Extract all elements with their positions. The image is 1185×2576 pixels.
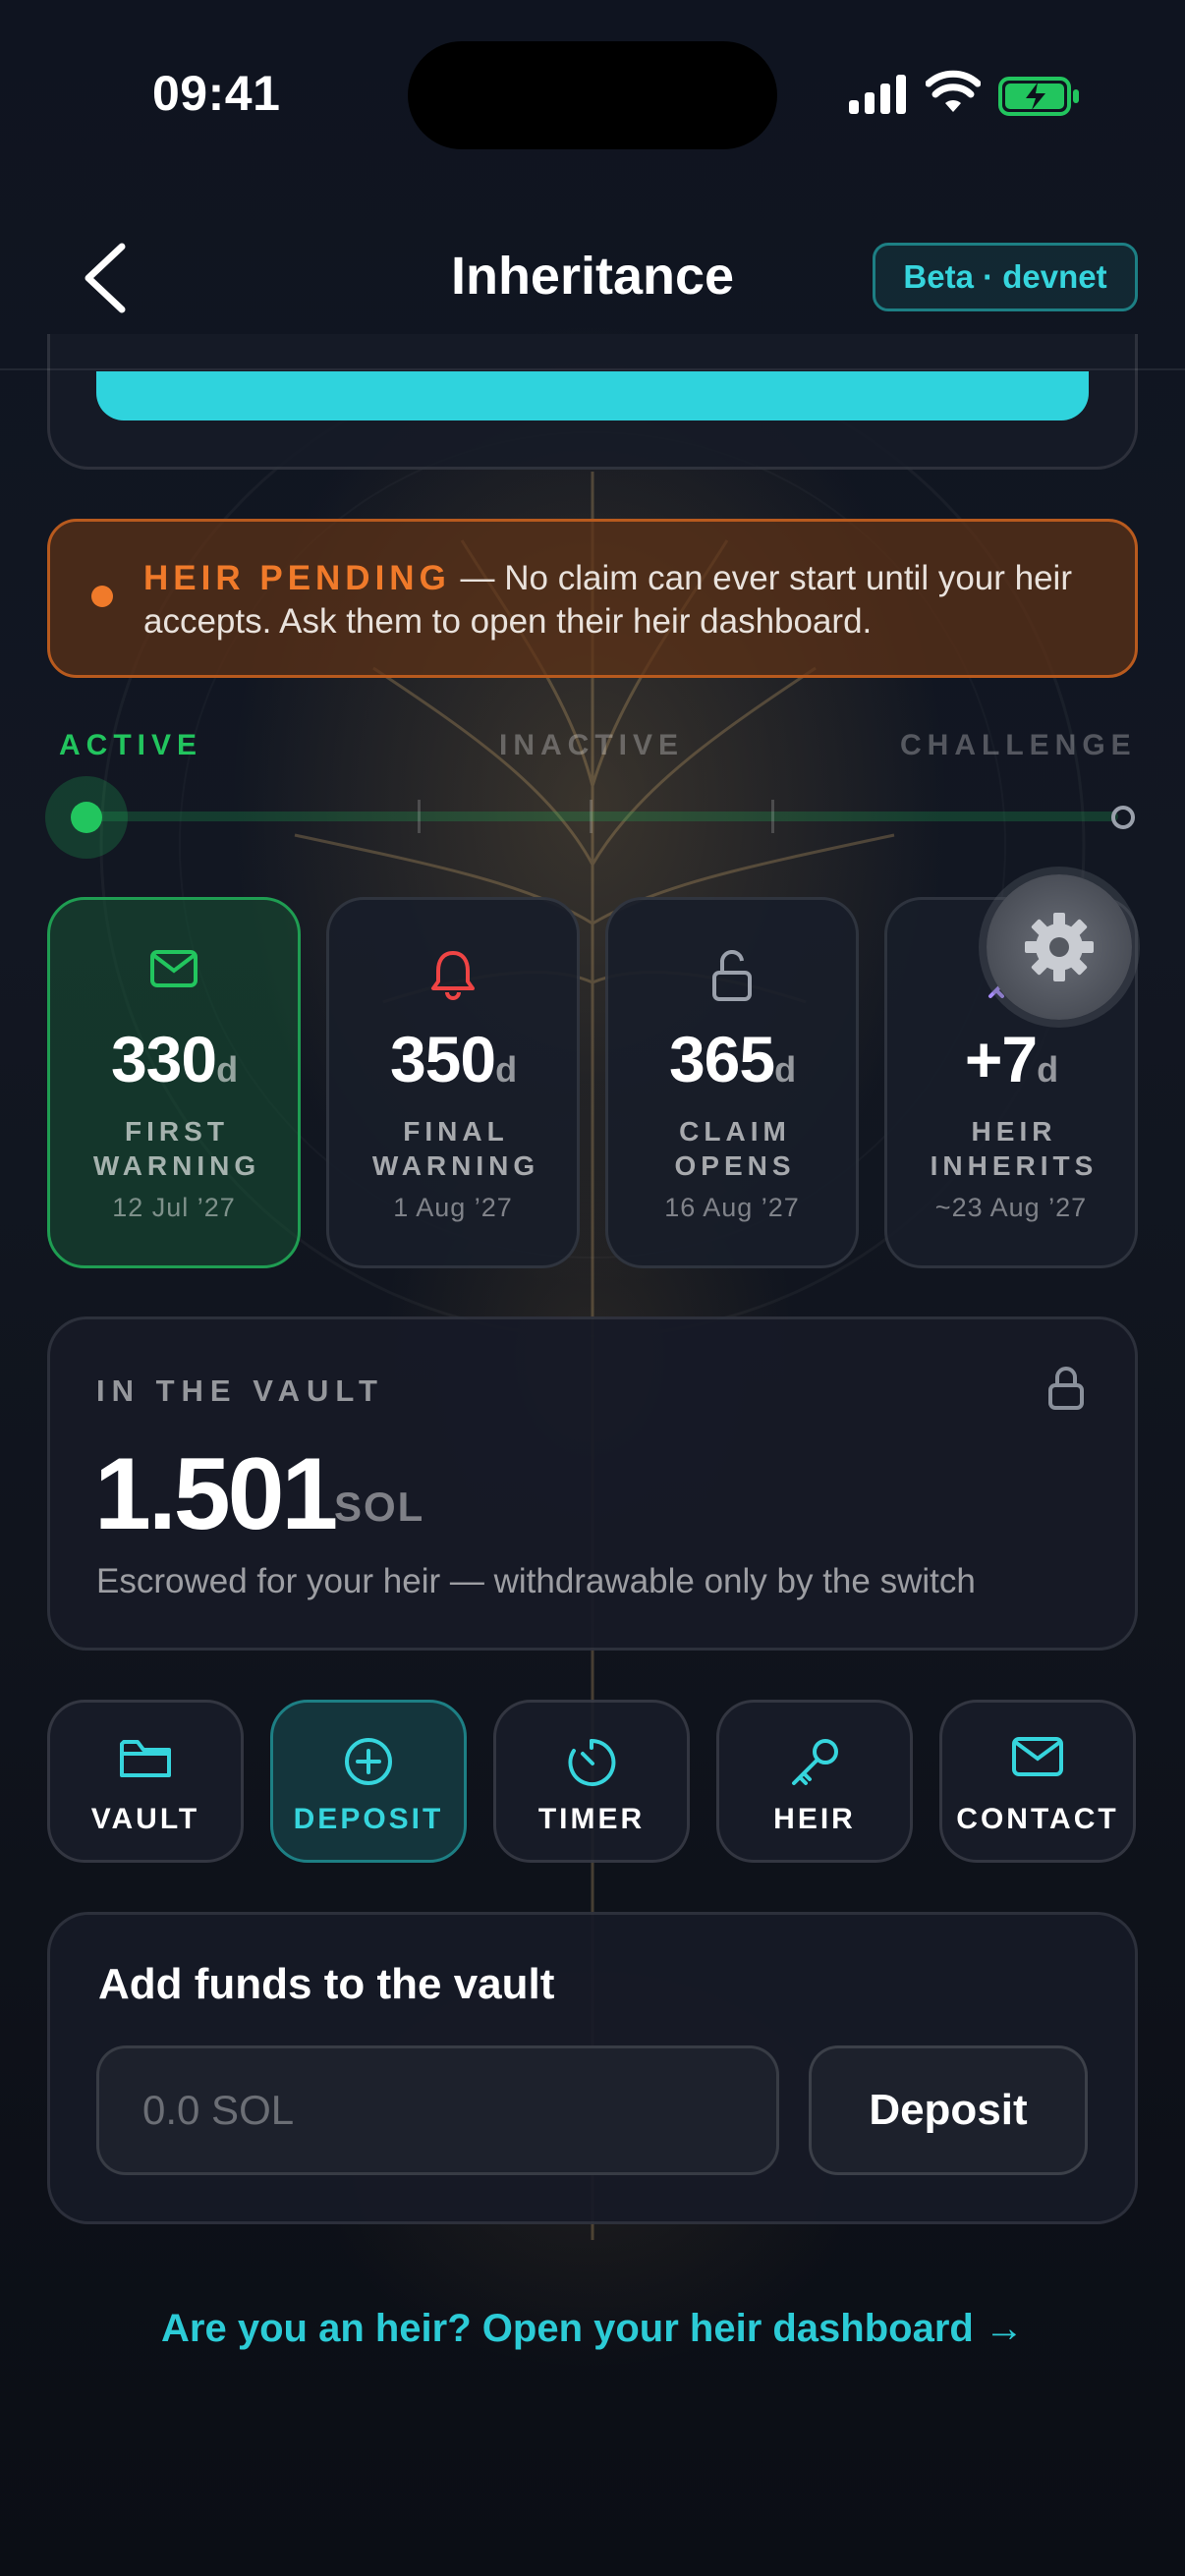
vault-unit: SOL bbox=[334, 1484, 425, 1530]
tab-contact[interactable]: CONTACT bbox=[939, 1700, 1136, 1863]
tab-label: CONTACT bbox=[956, 1803, 1119, 1835]
vault-subtitle: Escrowed for your heir — withdrawable on… bbox=[96, 1562, 976, 1600]
tab-deposit[interactable]: DEPOSIT bbox=[270, 1700, 467, 1863]
signal-icon bbox=[849, 75, 906, 114]
milestone-first-warning[interactable]: 330d FIRST WARNING 12 Jul ’27 bbox=[47, 897, 301, 1268]
milestone-label: HEIR INHERITS bbox=[930, 1116, 1099, 1181]
pending-dot-icon bbox=[91, 586, 113, 607]
mail-icon bbox=[942, 1736, 1133, 1777]
network-badge: Beta · devnet bbox=[873, 243, 1138, 311]
status-time: 09:41 bbox=[152, 66, 281, 121]
milestone-days: 365d bbox=[668, 1023, 796, 1095]
deposit-amount-input[interactable] bbox=[96, 2045, 779, 2175]
bell-icon bbox=[329, 949, 577, 1000]
milestone-label: CLAIM OPENS bbox=[674, 1116, 796, 1181]
milestone-date: 12 Jul ’27 bbox=[112, 1193, 236, 1222]
progress-bar bbox=[96, 371, 1089, 420]
wifi-icon bbox=[926, 70, 981, 112]
milestone-label: FINAL WARNING bbox=[371, 1116, 540, 1181]
milestone-claim-opens[interactable]: 365d CLAIM OPENS 16 Aug ’27 bbox=[605, 897, 859, 1268]
lock-icon bbox=[1048, 1367, 1084, 1410]
milestone-date: ~23 Aug ’27 bbox=[934, 1193, 1088, 1222]
tab-label: DEPOSIT bbox=[293, 1803, 444, 1835]
settings-gear-button[interactable] bbox=[987, 874, 1132, 1020]
milestone-date: 16 Aug ’27 bbox=[664, 1193, 800, 1222]
vault-amount: 1.501 bbox=[94, 1437, 338, 1551]
mail-icon bbox=[50, 949, 298, 988]
timer-icon bbox=[496, 1736, 687, 1789]
deposit-title: Add funds to the vault bbox=[98, 1960, 555, 2008]
stage-challenge-label: CHALLENGE bbox=[900, 729, 1137, 761]
milestone-final-warning[interactable]: 350d FINAL WARNING 1 Aug ’27 bbox=[326, 897, 580, 1268]
banner-tag: HEIR PENDING bbox=[143, 559, 451, 597]
timeline-tick bbox=[418, 800, 421, 833]
tab-vault[interactable]: VAULT bbox=[47, 1700, 244, 1863]
stage-inactive-label: INACTIVE bbox=[499, 729, 685, 761]
vault-label: IN THE VAULT bbox=[96, 1373, 384, 1408]
milestone-days: 330d bbox=[110, 1023, 238, 1095]
banner-text: HEIR PENDING — No claim can ever start u… bbox=[143, 557, 1097, 644]
tab-heir[interactable]: HEIR bbox=[716, 1700, 913, 1863]
tab-label: VAULT bbox=[90, 1803, 200, 1835]
timeline-track bbox=[86, 812, 1118, 821]
deposit-button[interactable]: Deposit bbox=[809, 2045, 1088, 2175]
milestone-label: FIRST WARNING bbox=[92, 1116, 261, 1181]
gear-icon bbox=[1025, 913, 1094, 981]
tab-timer[interactable]: TIMER bbox=[493, 1700, 690, 1863]
milestone-days: +7d bbox=[964, 1023, 1058, 1095]
tab-label: TIMER bbox=[537, 1803, 646, 1835]
battery-icon bbox=[998, 77, 1079, 116]
banner-separator: — bbox=[450, 559, 505, 597]
folder-icon bbox=[50, 1736, 241, 1781]
timeline-end-dot bbox=[1111, 806, 1135, 829]
tab-label: HEIR bbox=[773, 1803, 856, 1835]
milestone-days: 350d bbox=[389, 1023, 517, 1095]
milestone-date: 1 Aug ’27 bbox=[393, 1193, 513, 1222]
plus-circle-icon bbox=[273, 1736, 464, 1787]
heir-dashboard-link[interactable]: Are you an heir? Open your heir dashboar… bbox=[0, 2307, 1185, 2351]
timeline-tick bbox=[771, 800, 774, 833]
unlock-icon bbox=[608, 949, 856, 1002]
timeline-knob bbox=[71, 802, 102, 833]
dynamic-island bbox=[408, 41, 777, 149]
header-divider bbox=[0, 368, 1185, 370]
key-icon bbox=[719, 1736, 910, 1789]
timeline-tick bbox=[590, 800, 592, 833]
stage-active-label: ACTIVE bbox=[59, 729, 203, 761]
